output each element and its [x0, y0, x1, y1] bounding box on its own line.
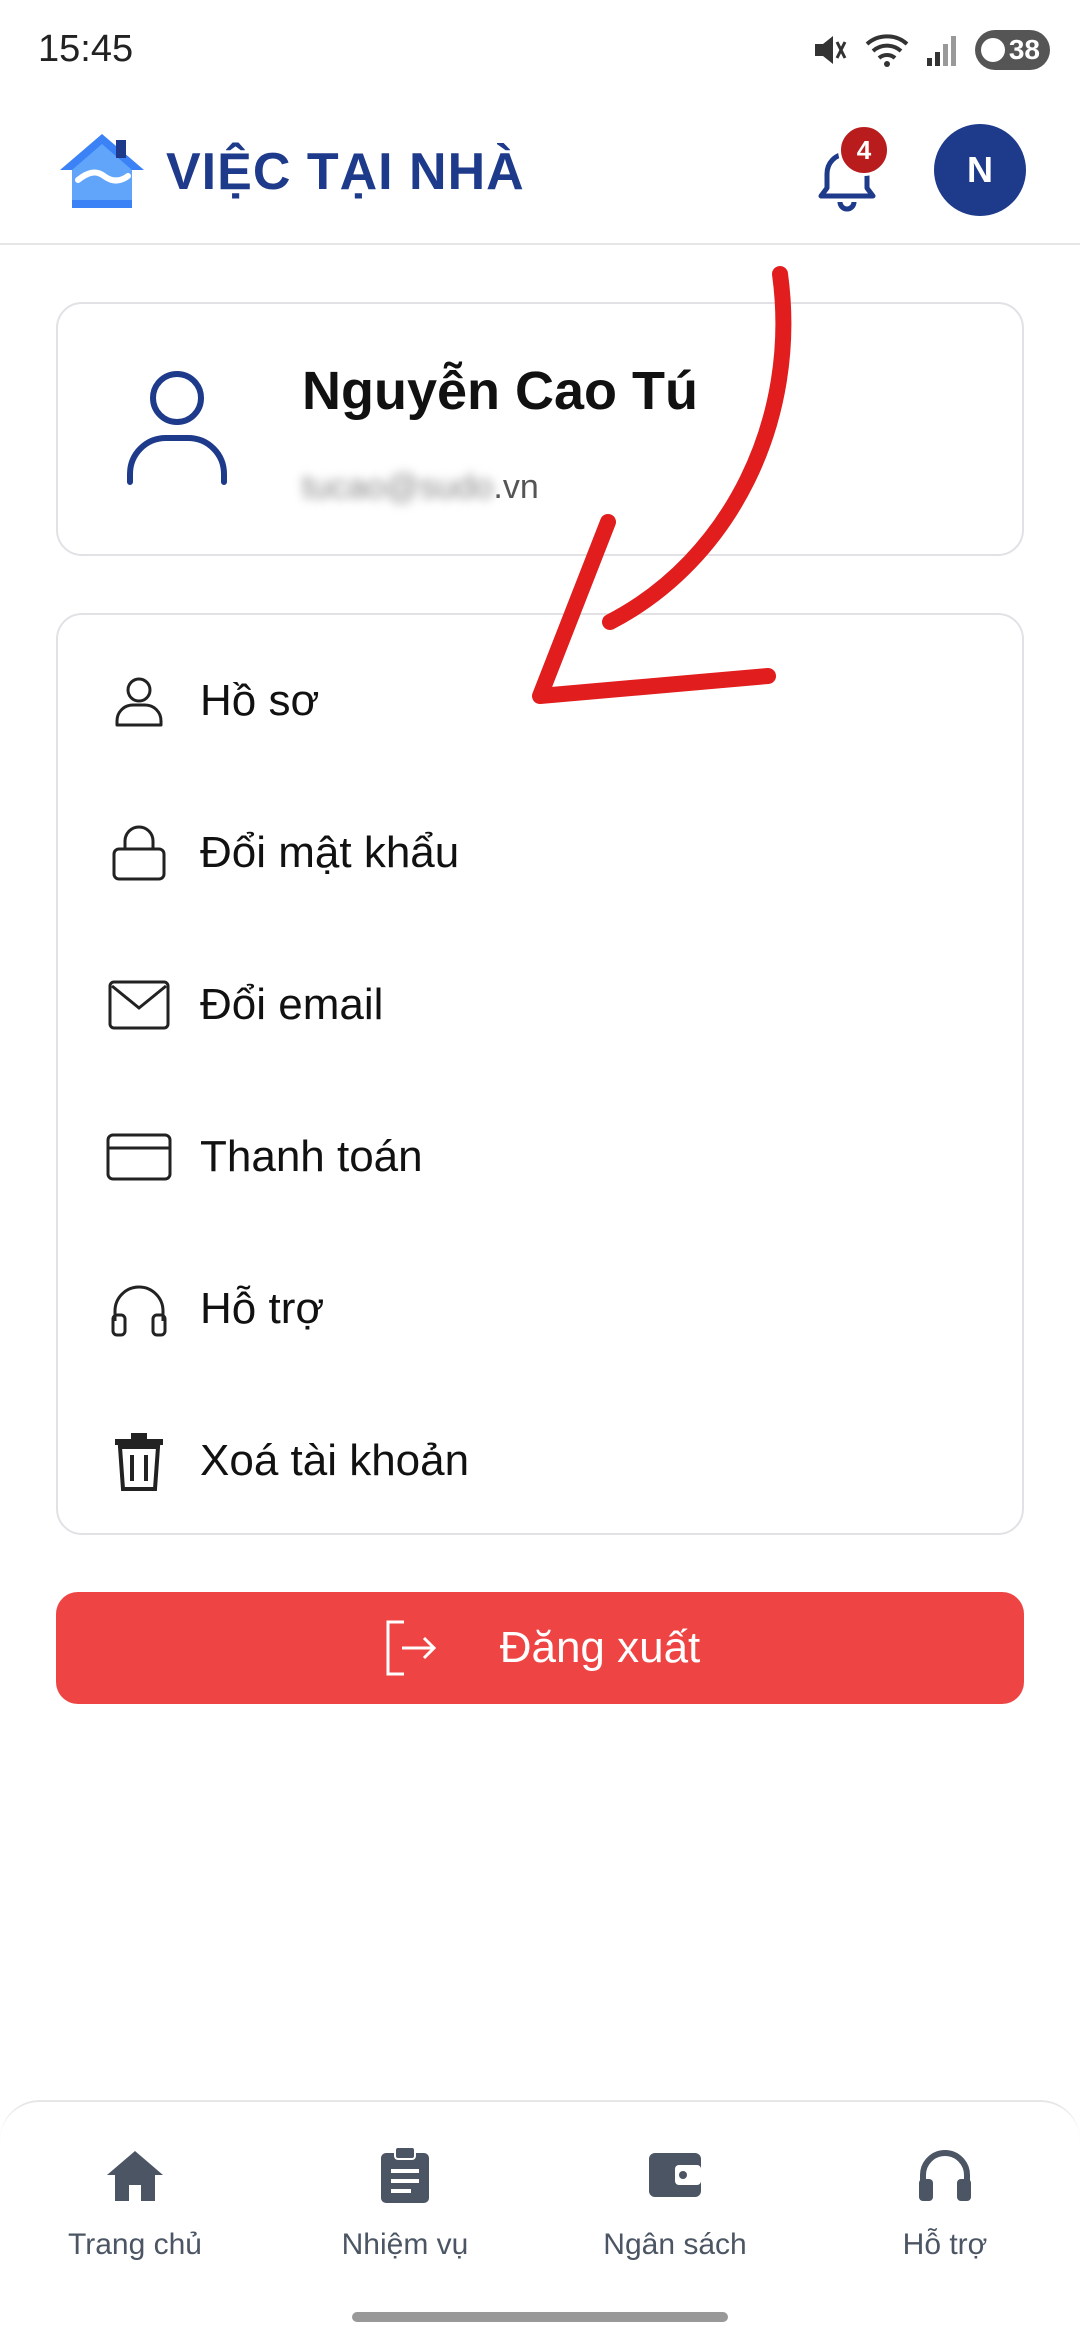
status-icons: 38	[809, 30, 1050, 70]
signal-icon	[926, 36, 956, 66]
nav-label: Trang chủ	[68, 2228, 202, 2261]
menu-card: Hồ sơ Đổi mật khẩu Đổi email Thanh toán …	[56, 613, 1024, 1535]
menu-item-label: Hỗ trợ	[200, 1284, 325, 1333]
nav-label: Ngân sách	[603, 2228, 747, 2261]
menu-item-label: Xoá tài khoản	[200, 1436, 470, 1485]
status-time: 15:45	[38, 28, 134, 70]
account-screen: 15:45 38 VIỆC TẠI NHÀ 4 N Nguyễn Cao Tú …	[0, 0, 1080, 2340]
app-title: VIỆC TẠI NHÀ	[166, 143, 525, 201]
menu-item-payment[interactable]: Thanh toán	[58, 1081, 1022, 1233]
clipboard-icon	[372, 2142, 438, 2208]
nav-item-support[interactable]: Hỗ trợ	[835, 2142, 1055, 2292]
menu-item-change-email[interactable]: Đổi email	[58, 929, 1022, 1081]
battery-saver-icon	[980, 38, 1005, 62]
menu-item-label: Hồ sơ	[200, 676, 320, 725]
battery-icon: 38	[974, 30, 1050, 70]
headphones-icon	[106, 1276, 172, 1342]
logout-label: Đăng xuất	[499, 1623, 701, 1672]
home-icon	[102, 2142, 168, 2208]
logout-icon	[386, 1620, 436, 1676]
lock-icon	[106, 820, 172, 886]
profile-user-icon	[127, 371, 227, 485]
wallet-icon	[642, 2142, 708, 2208]
avatar[interactable]: N	[934, 124, 1026, 216]
wifi-icon	[865, 34, 909, 67]
email-redacted: tucao@sudo	[302, 468, 494, 506]
mail-icon	[106, 972, 172, 1038]
nav-item-home[interactable]: Trang chủ	[25, 2142, 245, 2292]
menu-item-delete-account[interactable]: Xoá tài khoản	[58, 1385, 1022, 1537]
bottom-nav: Trang chủ Nhiệm vụ Ngân sách Hỗ trợ	[0, 2100, 1080, 2340]
menu-item-support[interactable]: Hỗ trợ	[58, 1233, 1022, 1385]
menu-item-change-password[interactable]: Đổi mật khẩu	[58, 777, 1022, 929]
notification-badge: 4	[838, 124, 890, 176]
headphones-icon	[912, 2142, 978, 2208]
menu-item-label: Thanh toán	[200, 1132, 423, 1181]
trash-icon	[106, 1428, 172, 1494]
home-indicator[interactable]	[352, 2312, 728, 2322]
nav-label: Hỗ trợ	[902, 2228, 988, 2261]
nav-label: Nhiệm vụ	[341, 2228, 469, 2261]
logo-icon	[60, 134, 144, 208]
logout-button[interactable]: Đăng xuất	[56, 1592, 1024, 1704]
menu-item-label: Đổi mật khẩu	[200, 828, 460, 877]
user-icon	[106, 668, 172, 734]
nav-item-budget[interactable]: Ngân sách	[565, 2142, 785, 2292]
menu-item-label: Đổi email	[200, 980, 384, 1029]
app-header: VIỆC TẠI NHÀ 4 N	[0, 100, 1080, 245]
mute-icon	[814, 36, 847, 64]
card-icon	[106, 1124, 172, 1190]
annotation-arrow	[532, 266, 792, 704]
battery-level: 38	[1008, 34, 1040, 65]
nav-item-tasks[interactable]: Nhiệm vụ	[295, 2142, 515, 2292]
status-bar: 15:45 38	[0, 0, 1080, 100]
